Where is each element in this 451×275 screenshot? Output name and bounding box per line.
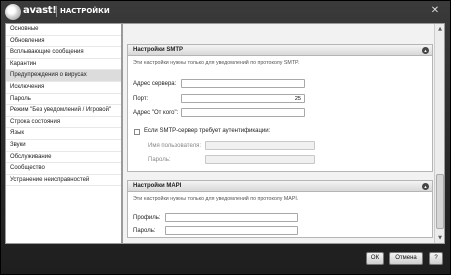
smtp-port-input[interactable] <box>181 94 305 103</box>
help-button[interactable]: ? <box>429 252 443 265</box>
smtp-auth-label: Если SMTP-сервер требует аутентификации: <box>144 128 271 134</box>
sidebar-item-maintenance[interactable]: Обслуживание <box>6 152 121 164</box>
sidebar-item-troubleshooting[interactable]: Устранение неисправностей <box>6 175 121 187</box>
mapi-profile-input[interactable] <box>165 213 298 222</box>
smtp-collapse-icon[interactable]: ▲ <box>422 47 429 54</box>
title-divider <box>56 6 57 17</box>
smtp-username-input[interactable] <box>205 141 315 150</box>
sidebar-item-virus-alerts[interactable]: Предупреждения о вирусах <box>6 70 121 82</box>
smtp-description: Эти настройки нужны только для уведомлен… <box>133 60 300 66</box>
scroll-down-arrow-icon[interactable]: ▼ <box>436 234 444 242</box>
sidebar-item-popups[interactable]: Всплывающие сообщения <box>6 47 121 59</box>
content-scrollbar[interactable]: ▲ ▼ <box>434 24 444 243</box>
scroll-thumb[interactable] <box>436 174 444 229</box>
ok-button[interactable]: ОК <box>366 252 384 265</box>
sidebar-item-updates[interactable]: Обновления <box>6 36 121 48</box>
window-title: НАСТРОЙКИ <box>60 7 110 15</box>
mapi-panel-title: Настройки MAPI <box>133 183 182 189</box>
sidebar-item-silent-mode[interactable]: Режим "Без уведомлений / Игровой" <box>6 105 121 117</box>
title-bar[interactable]: avast! НАСТРОЙКИ ✕ <box>1 1 451 23</box>
smtp-server-label: Адрес сервера: <box>133 81 177 87</box>
smtp-port-label: Порт: <box>133 96 149 102</box>
mapi-password-input[interactable] <box>165 226 298 235</box>
smtp-panel-header[interactable]: Настройки SMTP ▲ <box>128 45 432 56</box>
brand-name: avast! <box>23 5 57 16</box>
sidebar-item-language[interactable]: Язык <box>6 128 121 140</box>
mapi-profile-label: Профиль: <box>133 215 161 221</box>
smtp-username-label: Имя пользователя: <box>148 143 202 149</box>
sidebar: Основные Обновления Всплывающие сообщени… <box>5 23 122 244</box>
sidebar-item-status-bar[interactable]: Строка состояния <box>6 117 121 129</box>
close-button[interactable]: ✕ <box>427 4 443 17</box>
smtp-auth-checkbox[interactable] <box>134 129 140 135</box>
settings-window: avast! НАСТРОЙКИ ✕ Основные Обновления В… <box>0 0 451 275</box>
sidebar-item-sounds[interactable]: Звуки <box>6 140 121 152</box>
scroll-up-arrow-icon[interactable]: ▲ <box>436 25 444 33</box>
sidebar-item-general[interactable]: Основные <box>6 24 121 36</box>
sidebar-item-community[interactable]: Сообщество <box>6 163 121 175</box>
mapi-password-label: Пароль: <box>133 228 156 234</box>
sidebar-item-password[interactable]: Пароль <box>6 94 121 106</box>
sidebar-item-quarantine[interactable]: Карантин <box>6 59 121 71</box>
smtp-password-input[interactable] <box>205 155 315 164</box>
cancel-button[interactable]: Отмена <box>389 252 423 265</box>
avast-logo-icon <box>5 4 21 20</box>
sidebar-item-exclusions[interactable]: Исключения <box>6 82 121 94</box>
smtp-panel: Настройки SMTP ▲ Эти настройки нужны тол… <box>127 44 433 172</box>
smtp-from-input[interactable] <box>181 108 305 117</box>
smtp-from-label: Адрес "От кого": <box>133 110 179 116</box>
mapi-panel: Настройки MAPI ▲ Эти настройки нужны тол… <box>127 180 433 238</box>
settings-content: Настройки SMTP ▲ Эти настройки нужны тол… <box>122 23 445 244</box>
smtp-server-input[interactable] <box>181 79 305 88</box>
mapi-description: Эти настройки нужны только для уведомлен… <box>133 196 299 202</box>
mapi-panel-header[interactable]: Настройки MAPI ▲ <box>128 181 432 192</box>
smtp-panel-title: Настройки SMTP <box>133 47 183 53</box>
mapi-collapse-icon[interactable]: ▲ <box>422 183 429 190</box>
smtp-password-label: Пароль: <box>148 157 171 163</box>
